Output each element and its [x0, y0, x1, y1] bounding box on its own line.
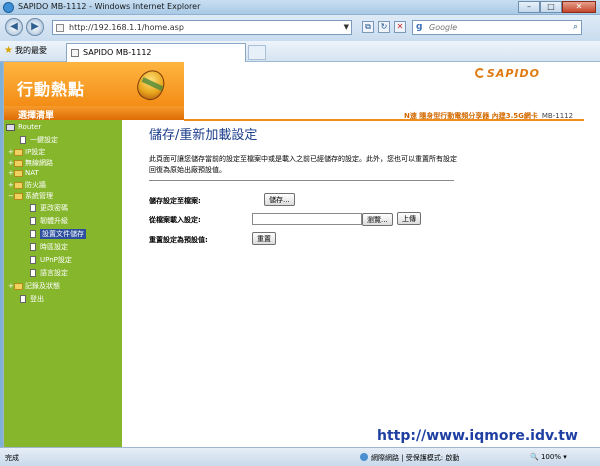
- document-icon: [30, 217, 36, 225]
- document-icon: [30, 230, 36, 238]
- load-settings-label: 從檔案載入設定:: [149, 216, 201, 224]
- document-icon: [20, 295, 26, 303]
- favorites-button[interactable]: ★ 我的最愛: [4, 45, 47, 56]
- globe-icon: [360, 453, 368, 461]
- status-bar: 完成 網際網路 | 受保護模式: 啟動 🔍 100% ▾: [0, 447, 600, 466]
- google-icon: g: [416, 22, 423, 32]
- address-url[interactable]: http://192.168.1.1/home.asp: [69, 23, 184, 32]
- page-icon: [71, 49, 79, 57]
- sidebar-item-log-status[interactable]: + 記錄及狀態: [8, 281, 60, 291]
- sidebar-item-nat[interactable]: + NAT: [8, 169, 39, 177]
- document-icon: [30, 256, 36, 264]
- document-icon: [30, 204, 36, 212]
- folder-open-icon: [14, 192, 23, 200]
- reset-button[interactable]: 重置: [252, 232, 276, 245]
- page-description: 此頁面可讓您儲存當前的設定至檔案中或是載入之前已經儲存的設定。此外，您也可以重置…: [149, 155, 457, 174]
- search-box[interactable]: g ⌕: [412, 20, 582, 35]
- window-titlebar: SAPIDO MB-1112 - Windows Internet Explor…: [0, 0, 600, 15]
- sidebar-item-quick-setup[interactable]: 一鍵設定: [20, 135, 58, 145]
- status-text: 完成: [5, 454, 19, 462]
- page-icon: [56, 24, 64, 32]
- sidebar-root-router[interactable]: Router: [6, 123, 41, 131]
- ie-logo-icon: [3, 2, 14, 13]
- content-divider: [149, 180, 454, 181]
- document-icon: [20, 136, 26, 144]
- search-icon[interactable]: ⌕: [573, 22, 578, 32]
- document-icon: [30, 269, 36, 277]
- sidebar: Router 一鍵設定 + IP設定 + 無線網路 + NAT + 防火牆 −: [4, 120, 122, 447]
- folder-icon: [14, 181, 23, 189]
- refresh-button[interactable]: ↻: [378, 21, 390, 33]
- save-settings-label: 儲存設定至檔案:: [149, 197, 201, 205]
- sidebar-item-firmware-upgrade[interactable]: 韌體升級: [30, 216, 68, 226]
- page-title: 儲存/重新加載設定: [149, 128, 258, 143]
- upload-button[interactable]: 上傳: [397, 212, 421, 225]
- back-button[interactable]: ◀: [5, 18, 23, 36]
- tab-title: SAPIDO MB-1112: [83, 48, 152, 57]
- minimize-button[interactable]: –: [518, 1, 540, 13]
- computer-icon: [6, 123, 15, 131]
- sidebar-item-settings-backup[interactable]: 設置文件儲存: [30, 229, 86, 239]
- folder-icon: [14, 169, 23, 177]
- brand-logo: SAPIDO: [474, 67, 540, 80]
- stop-button[interactable]: ✕: [394, 21, 406, 33]
- sidebar-item-language[interactable]: 語言設定: [30, 268, 68, 278]
- header-divider: [184, 119, 584, 121]
- window-title: SAPIDO MB-1112 - Windows Internet Explor…: [18, 2, 201, 11]
- sidebar-item-change-password[interactable]: 更改密碼: [30, 203, 68, 213]
- save-button[interactable]: 儲存...: [264, 193, 295, 206]
- reset-settings-label: 重置設定為預設值:: [149, 236, 208, 244]
- window-controls: – □ ✕: [518, 1, 596, 13]
- favorites-label: 我的最愛: [14, 46, 47, 55]
- folder-icon: [14, 148, 23, 156]
- search-input[interactable]: [429, 22, 569, 33]
- sidebar-item-timezone[interactable]: 時區設定: [30, 242, 68, 252]
- compatibility-icon[interactable]: ⧉: [362, 21, 374, 33]
- forward-button[interactable]: ▶: [26, 18, 44, 36]
- favorites-bar: ★ 我的最愛 SAPIDO MB-1112: [0, 41, 600, 62]
- balloon-logo-icon: [132, 65, 170, 105]
- page-viewport: 行動熱點 選擇清單 SAPIDO N速 隨身型行動電頻分享器 內建3.5G網卡 M…: [3, 62, 600, 447]
- folder-icon: [14, 282, 23, 290]
- file-path-input[interactable]: [252, 213, 362, 225]
- sidebar-item-firewall[interactable]: + 防火牆: [8, 180, 46, 190]
- star-icon: ★: [4, 45, 13, 56]
- menu-strip: 選擇清單: [4, 106, 184, 121]
- sidebar-item-ip[interactable]: + IP設定: [8, 147, 45, 157]
- sidebar-item-upnp[interactable]: UPnP設定: [30, 255, 72, 265]
- document-icon: [30, 243, 36, 251]
- security-zone[interactable]: 網際網路 | 受保護模式: 啟動: [360, 453, 459, 463]
- sidebar-item-wireless[interactable]: + 無線網路: [8, 158, 53, 168]
- close-button[interactable]: ✕: [562, 1, 596, 13]
- swirl-logo-icon: [474, 68, 485, 78]
- folder-icon: [14, 159, 23, 167]
- browse-button[interactable]: 瀏覽...: [362, 213, 393, 226]
- sidebar-item-system-admin[interactable]: − 系統管理: [8, 191, 53, 201]
- new-tab-button[interactable]: [248, 45, 266, 60]
- navigation-bar: ◀ ▶ http://192.168.1.1/home.asp ▼ ⧉ ↻ ✕ …: [0, 15, 600, 41]
- app-title: 行動熱點: [17, 80, 86, 99]
- maximize-button[interactable]: □: [540, 1, 562, 13]
- zoom-level[interactable]: 🔍 100% ▾: [530, 453, 567, 461]
- sidebar-item-logout[interactable]: 登出: [20, 294, 44, 304]
- address-bar[interactable]: http://192.168.1.1/home.asp ▼: [52, 20, 352, 35]
- browser-tab[interactable]: SAPIDO MB-1112: [66, 43, 246, 62]
- app-header-panel: 行動熱點 選擇清單: [4, 62, 184, 121]
- chevron-down-icon[interactable]: ▼: [344, 23, 349, 31]
- watermark-text: http://www.iqmore.idv.tw: [377, 428, 578, 444]
